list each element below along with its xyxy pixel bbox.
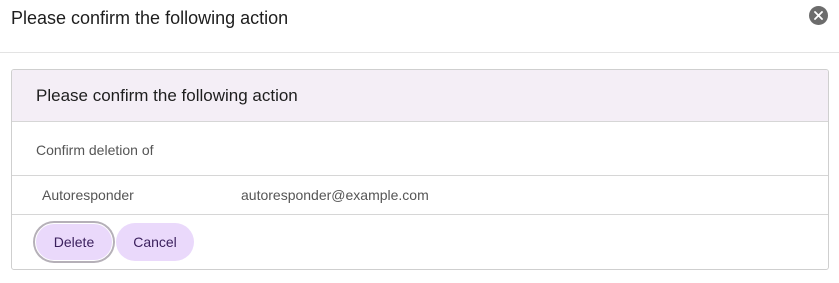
item-value: autoresponder@example.com [241,187,429,203]
actions-row: Delete Cancel [12,215,828,269]
panel-title: Please confirm the following action [36,86,298,105]
close-button[interactable] [809,6,828,25]
confirm-text: Confirm deletion of [36,142,154,158]
panel-header: Please confirm the following action [12,70,828,122]
close-icon [814,11,823,20]
confirm-panel: Please confirm the following action Conf… [11,69,829,270]
list-item: Autoresponder autoresponder@example.com [12,176,828,215]
confirm-row: Confirm deletion of [12,122,828,176]
dialog-header: Please confirm the following action [0,0,839,53]
item-label: Autoresponder [42,187,134,203]
dialog-title: Please confirm the following action [11,8,289,28]
delete-button[interactable]: Delete [35,223,113,261]
cancel-button[interactable]: Cancel [116,223,194,261]
